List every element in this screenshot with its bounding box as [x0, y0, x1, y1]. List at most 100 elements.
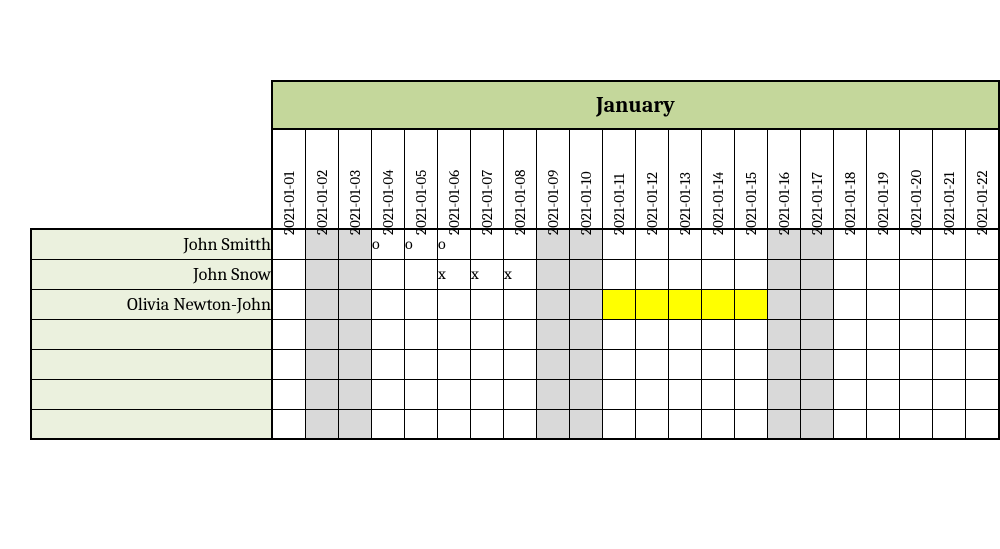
- data-cell[interactable]: [438, 379, 471, 409]
- data-cell[interactable]: [735, 349, 768, 379]
- data-cell[interactable]: [966, 349, 1000, 379]
- data-cell[interactable]: [339, 379, 372, 409]
- data-cell[interactable]: [339, 319, 372, 349]
- data-cell[interactable]: [966, 259, 1000, 289]
- data-cell[interactable]: [603, 409, 636, 439]
- data-cell[interactable]: [834, 379, 867, 409]
- data-cell[interactable]: [702, 289, 735, 319]
- data-cell[interactable]: [504, 379, 537, 409]
- data-cell[interactable]: [537, 289, 570, 319]
- data-cell[interactable]: [702, 379, 735, 409]
- data-cell[interactable]: [372, 319, 405, 349]
- data-cell[interactable]: [405, 379, 438, 409]
- data-cell[interactable]: [966, 319, 1000, 349]
- data-cell[interactable]: [537, 349, 570, 379]
- data-cell[interactable]: [272, 259, 306, 289]
- data-cell[interactable]: [471, 289, 504, 319]
- data-cell[interactable]: [702, 349, 735, 379]
- data-cell[interactable]: [537, 409, 570, 439]
- data-cell[interactable]: [669, 289, 702, 319]
- data-cell[interactable]: [570, 379, 603, 409]
- data-cell[interactable]: [339, 409, 372, 439]
- data-cell[interactable]: [306, 289, 339, 319]
- row-name[interactable]: [31, 409, 272, 439]
- data-cell[interactable]: [272, 409, 306, 439]
- data-cell[interactable]: [801, 289, 834, 319]
- data-cell[interactable]: [867, 349, 900, 379]
- data-cell[interactable]: [768, 379, 801, 409]
- data-cell[interactable]: [900, 319, 933, 349]
- data-cell[interactable]: [504, 289, 537, 319]
- data-cell[interactable]: [405, 259, 438, 289]
- data-cell[interactable]: [570, 409, 603, 439]
- data-cell[interactable]: [438, 289, 471, 319]
- data-cell[interactable]: [900, 349, 933, 379]
- data-cell[interactable]: [603, 259, 636, 289]
- data-cell[interactable]: [504, 409, 537, 439]
- data-cell[interactable]: [966, 289, 1000, 319]
- data-cell[interactable]: [405, 349, 438, 379]
- data-cell[interactable]: [636, 259, 669, 289]
- data-cell[interactable]: [570, 349, 603, 379]
- row-name[interactable]: Olivia Newton-John: [31, 289, 272, 319]
- data-cell[interactable]: [801, 409, 834, 439]
- data-cell[interactable]: [537, 319, 570, 349]
- data-cell[interactable]: [669, 379, 702, 409]
- data-cell[interactable]: [306, 259, 339, 289]
- data-cell[interactable]: [636, 379, 669, 409]
- data-cell[interactable]: [768, 259, 801, 289]
- data-cell[interactable]: [669, 319, 702, 349]
- data-cell[interactable]: [801, 349, 834, 379]
- data-cell[interactable]: [570, 259, 603, 289]
- data-cell[interactable]: [504, 349, 537, 379]
- data-cell[interactable]: [867, 289, 900, 319]
- data-cell[interactable]: [933, 379, 966, 409]
- data-cell[interactable]: [405, 289, 438, 319]
- data-cell[interactable]: [801, 379, 834, 409]
- data-cell[interactable]: [537, 379, 570, 409]
- data-cell[interactable]: [438, 409, 471, 439]
- data-cell[interactable]: [570, 289, 603, 319]
- data-cell[interactable]: [768, 349, 801, 379]
- data-cell[interactable]: [735, 319, 768, 349]
- data-cell[interactable]: [272, 289, 306, 319]
- data-cell[interactable]: [372, 349, 405, 379]
- data-cell[interactable]: [834, 289, 867, 319]
- data-cell[interactable]: [966, 379, 1000, 409]
- data-cell[interactable]: [966, 409, 1000, 439]
- data-cell[interactable]: [933, 289, 966, 319]
- data-cell[interactable]: [438, 349, 471, 379]
- data-cell[interactable]: [735, 289, 768, 319]
- data-cell[interactable]: x: [438, 259, 471, 289]
- data-cell[interactable]: [306, 409, 339, 439]
- data-cell[interactable]: [702, 319, 735, 349]
- data-cell[interactable]: [900, 259, 933, 289]
- data-cell[interactable]: [669, 259, 702, 289]
- data-cell[interactable]: [669, 409, 702, 439]
- data-cell[interactable]: [306, 379, 339, 409]
- data-cell[interactable]: [471, 379, 504, 409]
- data-cell[interactable]: [339, 259, 372, 289]
- data-cell[interactable]: [900, 379, 933, 409]
- data-cell[interactable]: [834, 349, 867, 379]
- row-name[interactable]: [31, 379, 272, 409]
- data-cell[interactable]: [603, 319, 636, 349]
- data-cell[interactable]: [471, 409, 504, 439]
- data-cell[interactable]: [867, 259, 900, 289]
- data-cell[interactable]: [504, 319, 537, 349]
- data-cell[interactable]: [834, 409, 867, 439]
- data-cell[interactable]: [867, 319, 900, 349]
- data-cell[interactable]: [768, 319, 801, 349]
- data-cell[interactable]: [306, 349, 339, 379]
- data-cell[interactable]: [801, 259, 834, 289]
- data-cell[interactable]: [768, 289, 801, 319]
- data-cell[interactable]: x: [504, 259, 537, 289]
- data-cell[interactable]: [735, 409, 768, 439]
- data-cell[interactable]: [834, 259, 867, 289]
- data-cell[interactable]: [339, 289, 372, 319]
- data-cell[interactable]: [603, 349, 636, 379]
- data-cell[interactable]: [570, 319, 603, 349]
- data-cell[interactable]: [933, 319, 966, 349]
- data-cell[interactable]: [636, 289, 669, 319]
- data-cell[interactable]: [603, 289, 636, 319]
